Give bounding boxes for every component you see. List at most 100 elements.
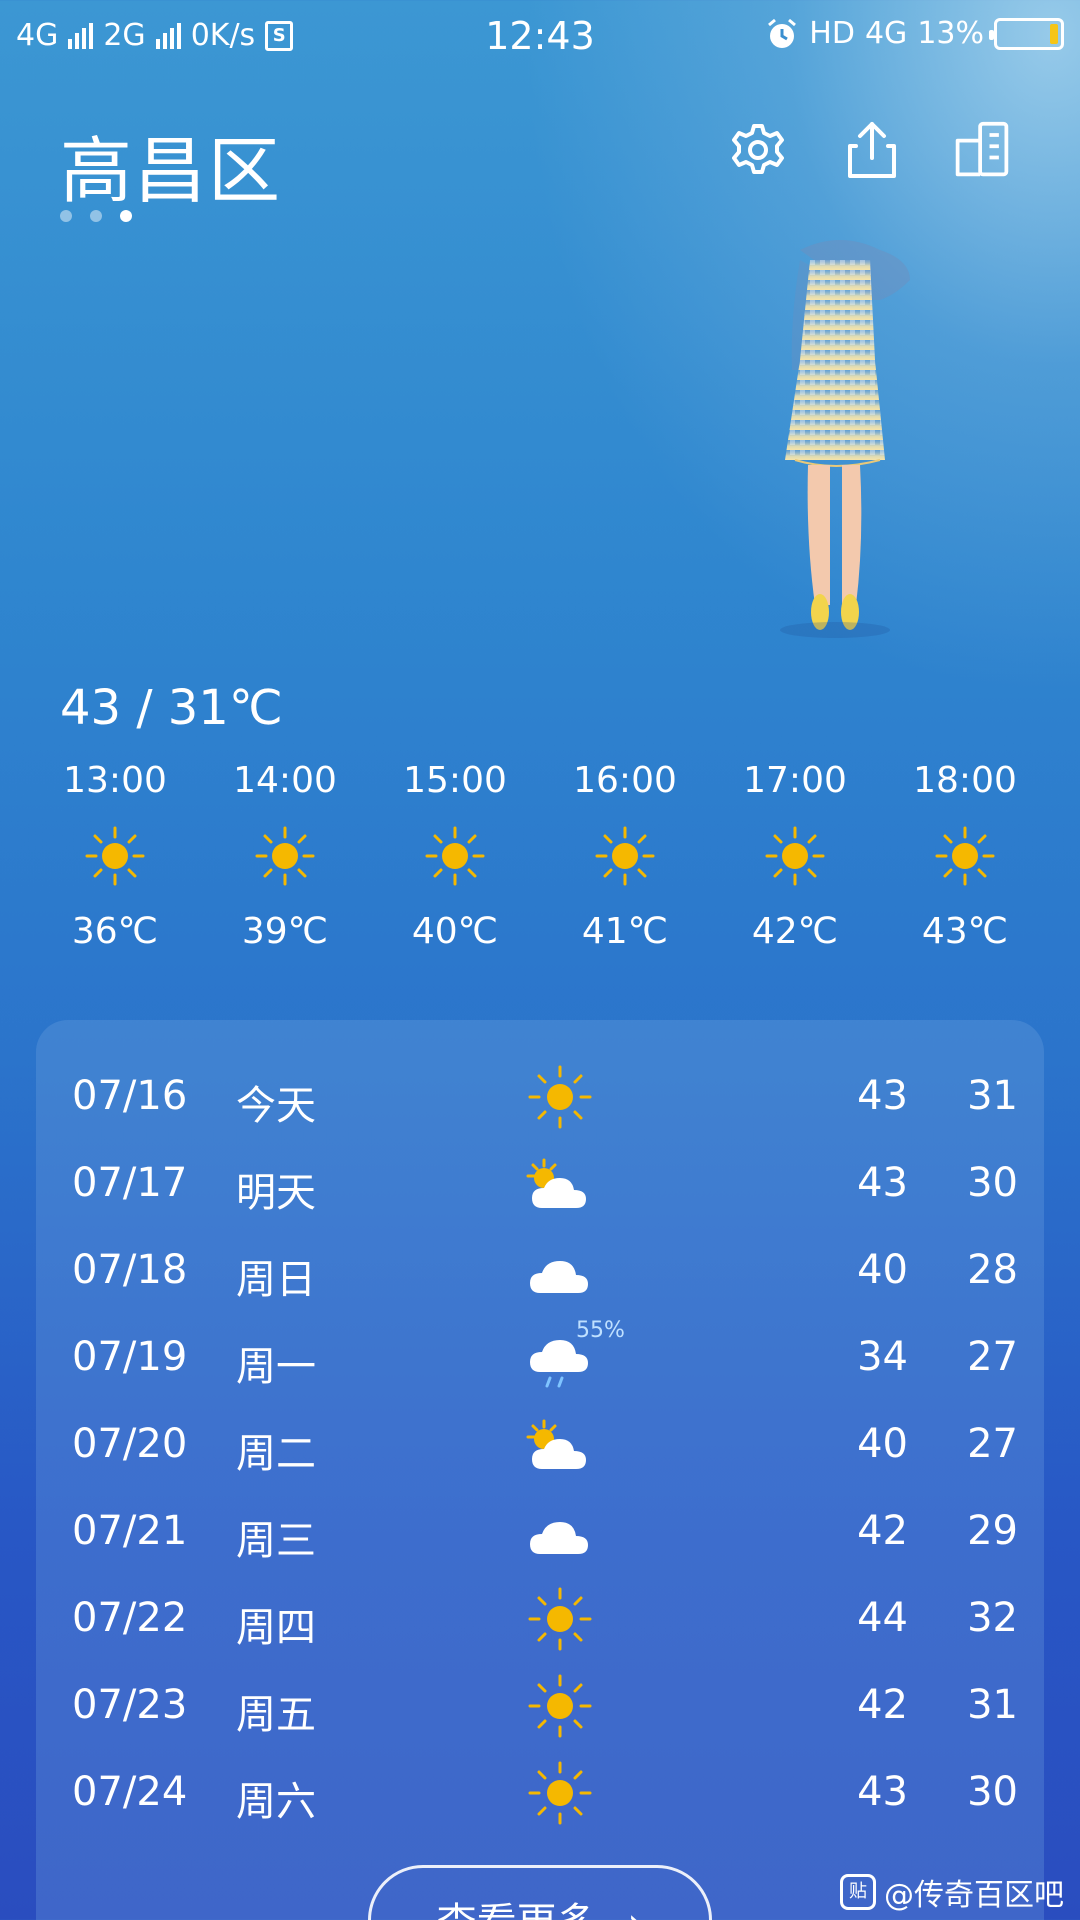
hourly-item: 14:00 39℃ xyxy=(210,760,360,952)
day-low: 30 xyxy=(967,1160,1018,1206)
tieba-logo-icon: 贴 xyxy=(840,1874,876,1910)
chevron-right-icon: › xyxy=(627,1900,643,1920)
sun-icon xyxy=(528,1761,592,1825)
hour-temp: 41℃ xyxy=(581,911,669,952)
day-high: 42 xyxy=(857,1508,908,1554)
weather-character-illustration xyxy=(780,240,910,638)
day-date: 07/24 xyxy=(72,1769,188,1815)
day-name: 周三 xyxy=(236,1518,316,1564)
day-date: 07/18 xyxy=(72,1247,188,1293)
page-dot xyxy=(90,210,102,222)
hour-temp: 36℃ xyxy=(71,911,159,952)
watermark-text: @传奇百区吧 xyxy=(884,1878,1064,1913)
cloud-icon xyxy=(530,1261,588,1293)
hour-time: 16:00 xyxy=(573,760,677,801)
day-high: 42 xyxy=(857,1682,908,1728)
battery-percent: 13% xyxy=(917,16,984,51)
hourly-item: 17:00 42℃ xyxy=(720,760,870,952)
page-dot-active xyxy=(120,210,132,222)
day-date: 07/22 xyxy=(72,1595,188,1641)
alarm-icon xyxy=(768,18,797,48)
day-date: 07/16 xyxy=(72,1073,188,1119)
daily-row[interactable]: 07/23 周五 42 31 xyxy=(36,1664,1044,1751)
day-name: 周四 xyxy=(236,1605,316,1651)
day-low: 27 xyxy=(967,1421,1018,1467)
hour-time: 14:00 xyxy=(233,760,337,801)
day-name: 周六 xyxy=(236,1779,316,1825)
day-name: 周二 xyxy=(236,1431,316,1477)
today-temp-range: 43 / 31℃ xyxy=(60,680,283,736)
sun-icon xyxy=(425,826,485,886)
hour-time: 18:00 xyxy=(913,760,1017,801)
hd-indicator: HD xyxy=(809,16,855,51)
sun-icon xyxy=(595,826,655,886)
daily-forecast-list: 07/16 今天 43 31 07/17 明天 43 30 07/18 周日 4… xyxy=(36,1055,1044,1838)
day-date: 07/17 xyxy=(72,1160,188,1206)
precipitation-chance: 55% xyxy=(576,1318,625,1343)
hour-temp: 39℃ xyxy=(241,911,329,952)
sun-icon xyxy=(528,1587,592,1651)
day-low: 28 xyxy=(967,1247,1018,1293)
hour-time: 15:00 xyxy=(403,760,507,801)
hourly-forecast[interactable]: 13:00 36℃ 14:00 39℃ 15:00 40℃ 16:00 41℃ … xyxy=(40,760,1040,952)
day-low: 31 xyxy=(967,1073,1018,1119)
day-date: 07/19 xyxy=(72,1334,188,1380)
share-icon[interactable] xyxy=(842,118,902,182)
network-type-3: 4G xyxy=(864,16,908,51)
day-high: 43 xyxy=(857,1769,908,1815)
day-low: 30 xyxy=(967,1769,1018,1815)
view-more-label: 查看更多 xyxy=(437,1900,597,1920)
daily-row[interactable]: 07/17 明天 43 30 xyxy=(36,1142,1044,1229)
page-indicator xyxy=(60,210,132,222)
day-low: 27 xyxy=(967,1334,1018,1380)
sun-icon xyxy=(765,826,825,886)
day-date: 07/23 xyxy=(72,1682,188,1728)
daily-row[interactable]: 07/16 今天 43 31 xyxy=(36,1055,1044,1142)
daily-row[interactable]: 07/18 周日 40 28 xyxy=(36,1229,1044,1316)
hourly-item: 13:00 36℃ xyxy=(40,760,190,952)
view-more-button[interactable]: 查看更多 › xyxy=(368,1865,712,1920)
sun-icon xyxy=(85,826,145,886)
battery-icon xyxy=(989,17,1064,50)
day-name: 今天 xyxy=(236,1083,316,1129)
day-high: 34 xyxy=(857,1334,908,1380)
sun-icon xyxy=(528,1674,592,1738)
day-name: 周一 xyxy=(236,1344,316,1390)
day-high: 43 xyxy=(857,1160,908,1206)
day-name: 周五 xyxy=(236,1692,316,1738)
day-date: 07/20 xyxy=(72,1421,188,1467)
daily-row[interactable]: 07/19 周一 55% 34 27 xyxy=(36,1316,1044,1403)
day-name: 明天 xyxy=(236,1170,316,1216)
day-high: 43 xyxy=(857,1073,908,1119)
day-name: 周日 xyxy=(236,1257,316,1303)
page-dot xyxy=(60,210,72,222)
day-date: 07/21 xyxy=(72,1508,188,1554)
day-low: 32 xyxy=(967,1595,1018,1641)
hourly-item: 16:00 41℃ xyxy=(550,760,700,952)
daily-row[interactable]: 07/21 周三 42 29 xyxy=(36,1490,1044,1577)
day-high: 40 xyxy=(857,1421,908,1467)
hour-temp: 40℃ xyxy=(411,911,499,952)
hourly-item: 15:00 40℃ xyxy=(380,760,530,952)
daily-row[interactable]: 07/22 周四 44 32 xyxy=(36,1577,1044,1664)
partly-cloudy-icon xyxy=(526,1158,586,1208)
gear-icon[interactable] xyxy=(728,118,788,182)
daily-row[interactable]: 07/20 周二 40 27 xyxy=(36,1403,1044,1490)
partly-cloudy-icon xyxy=(526,1419,586,1469)
sun-icon xyxy=(935,826,995,886)
day-high: 40 xyxy=(857,1247,908,1293)
hour-time: 17:00 xyxy=(743,760,847,801)
hour-time: 13:00 xyxy=(63,760,167,801)
city-name[interactable]: 高昌区 xyxy=(60,112,282,217)
day-low: 31 xyxy=(967,1682,1018,1728)
cloud-icon xyxy=(530,1522,588,1554)
sun-icon xyxy=(255,826,315,886)
hour-temp: 43℃ xyxy=(921,911,1009,952)
day-low: 29 xyxy=(967,1508,1018,1554)
day-high: 44 xyxy=(857,1595,908,1641)
status-bar: 4G 2G 0K/s S 12:43 HD 4G 13% xyxy=(0,0,1080,74)
sun-icon xyxy=(528,1065,592,1129)
hour-temp: 42℃ xyxy=(751,911,839,952)
buildings-icon[interactable] xyxy=(952,118,1012,182)
daily-row[interactable]: 07/24 周六 43 30 xyxy=(36,1751,1044,1838)
